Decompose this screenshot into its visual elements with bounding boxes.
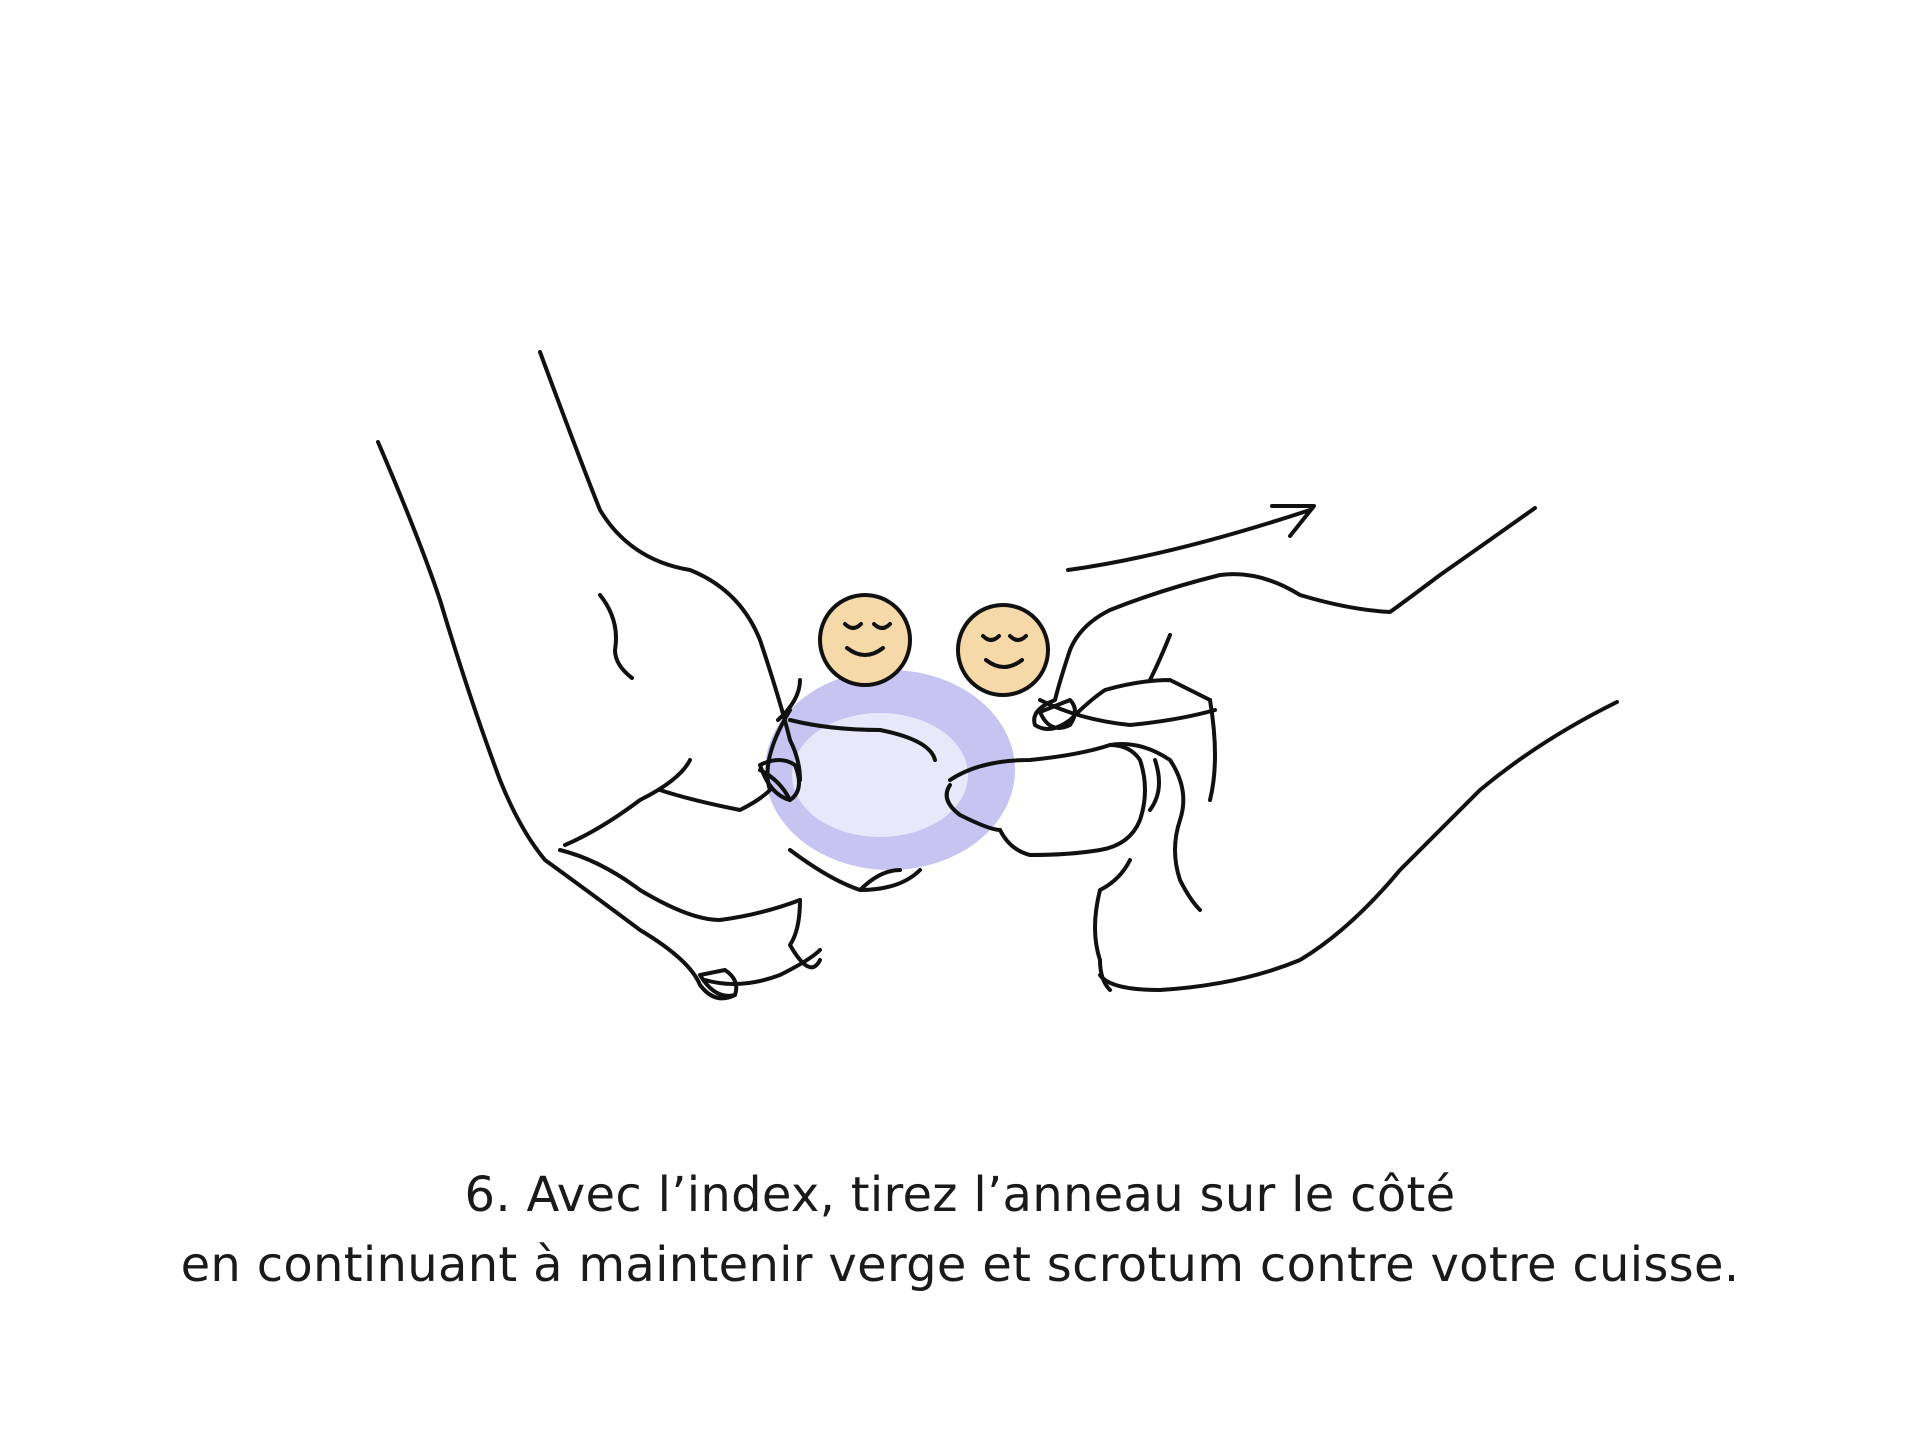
arrow-right-icon [1066,504,1316,572]
smiling-face-icon-left [818,593,912,687]
right-hand-drawing [944,506,1619,992]
caption-line-2: en continuant à maintenir verge et scrot… [180,1237,1740,1293]
purple-ring [765,670,1015,870]
caption-line-1: 6. Avec l’index, tirez l’anneau sur le c… [464,1167,1456,1223]
smiling-face-icon-right [956,603,1050,697]
instruction-caption: 6. Avec l’index, tirez l’anneau sur le c… [0,1160,1920,1300]
instruction-step-6: 6. Avec l’index, tirez l’anneau sur le c… [0,0,1920,1440]
